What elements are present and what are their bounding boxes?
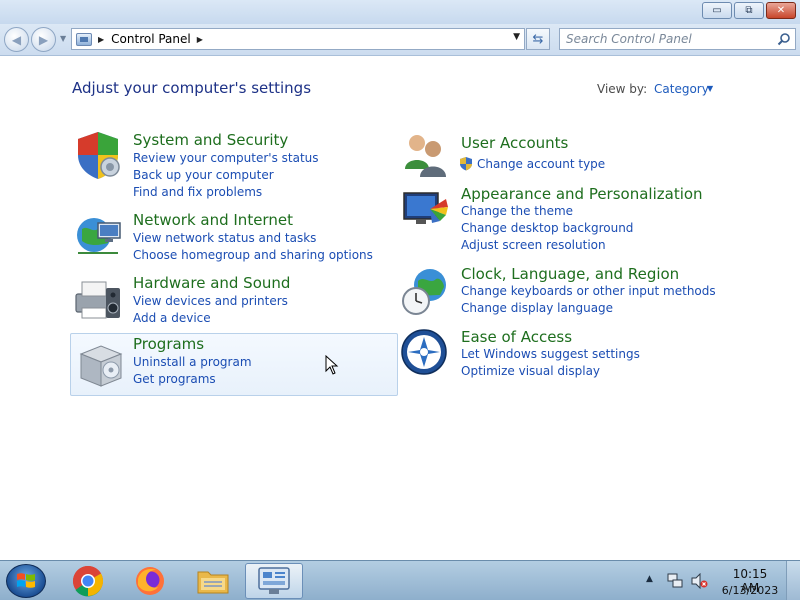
control-panel-icon <box>258 567 290 594</box>
network-tray-icon[interactable] <box>667 573 683 589</box>
category-title[interactable]: Programs <box>133 335 204 353</box>
mouse-cursor-icon <box>325 355 339 375</box>
category-title[interactable]: System and Security <box>133 131 288 149</box>
link-screen-resolution[interactable]: Adjust screen resolution <box>461 238 606 252</box>
start-button[interactable] <box>6 564 46 598</box>
taskbar-firefox[interactable] <box>121 563 179 599</box>
link-back-up[interactable]: Back up your computer <box>133 168 274 182</box>
programs-box-icon <box>79 345 123 387</box>
view-by-label: View by: <box>597 82 648 96</box>
search-box[interactable] <box>559 28 796 50</box>
category-title[interactable]: Hardware and Sound <box>133 274 290 292</box>
link-add-device[interactable]: Add a device <box>133 311 211 325</box>
chevron-down-icon[interactable]: ▼ <box>707 84 713 93</box>
breadcrumb-chevron-icon[interactable]: ▶ <box>197 35 203 44</box>
ease-of-access-icon <box>401 329 447 375</box>
link-review-status[interactable]: Review your computer's status <box>133 151 319 165</box>
show-desktop-button[interactable] <box>786 561 800 600</box>
link-display-language[interactable]: Change display language <box>461 301 613 315</box>
link-get-programs[interactable]: Get programs <box>133 372 216 386</box>
category-title[interactable]: Clock, Language, and Region <box>461 265 679 283</box>
control-panel-icon <box>76 32 92 46</box>
windows-logo-icon <box>17 573 35 588</box>
users-icon <box>405 135 446 177</box>
category-appearance: Appearance and Personalization Change th… <box>400 185 740 253</box>
link-optimize-display[interactable]: Optimize visual display <box>461 364 600 378</box>
show-hidden-icons-button[interactable]: ▲ <box>646 574 653 584</box>
network-globe-icon <box>77 218 121 254</box>
category-ease-of-access: Ease of Access Let Windows suggest setti… <box>400 328 740 380</box>
navigation-bar: ◀ ▶ ▼ ▶ Control Panel ▶ ▼ ⇆ <box>0 24 800 56</box>
page-title: Adjust your computer's settings <box>72 79 312 97</box>
taskbar-control-panel[interactable] <box>245 563 303 599</box>
minimize-button[interactable]: ▭ <box>702 2 732 19</box>
category-title[interactable]: Appearance and Personalization <box>461 185 703 203</box>
clock-globe-icon <box>402 269 446 315</box>
link-suggest-settings[interactable]: Let Windows suggest settings <box>461 347 640 361</box>
back-button[interactable]: ◀ <box>4 27 29 52</box>
view-by-dropdown[interactable]: Category <box>654 82 709 96</box>
category-clock-language-region: Clock, Language, and Region Change keybo… <box>400 265 740 317</box>
link-desktop-background[interactable]: Change desktop background <box>461 221 633 235</box>
taskbar-explorer[interactable] <box>184 563 242 599</box>
chrome-icon <box>72 566 104 597</box>
category-title[interactable]: Ease of Access <box>461 328 572 346</box>
window-controls: ▭ ⧉ ✕ <box>700 2 796 19</box>
category-title[interactable]: Network and Internet <box>133 211 293 229</box>
refresh-button[interactable]: ⇆ <box>526 28 550 50</box>
control-panel-content: Adjust your computer's settings View by:… <box>0 57 800 560</box>
category-hardware-sound: Hardware and Sound View devices and prin… <box>72 272 392 328</box>
taskbar-chrome[interactable] <box>59 563 117 599</box>
category-system-security: System and Security Review your computer… <box>72 129 392 199</box>
firefox-icon <box>136 567 164 595</box>
restore-button[interactable]: ⧉ <box>734 2 764 19</box>
link-devices-printers[interactable]: View devices and printers <box>133 294 288 308</box>
link-change-theme[interactable]: Change the theme <box>461 204 573 218</box>
search-input[interactable] <box>566 32 766 46</box>
link-network-status[interactable]: View network status and tasks <box>133 231 316 245</box>
link-change-keyboards[interactable]: Change keyboards or other input methods <box>461 284 716 298</box>
clock-date[interactable]: 6/13/2023 <box>718 584 782 597</box>
search-icon[interactable] <box>777 32 791 46</box>
shield-icon <box>78 132 120 179</box>
address-dropdown-icon[interactable]: ▼ <box>513 32 520 42</box>
printer-speaker-icon <box>75 281 120 319</box>
category-network-internet: Network and Internet View network status… <box>72 209 392 265</box>
category-programs[interactable]: Programs Uninstall a program Get program… <box>70 333 398 396</box>
forward-button[interactable]: ▶ <box>31 27 56 52</box>
category-user-accounts: User Accounts Change account type <box>400 129 740 179</box>
address-bar[interactable]: ▶ Control Panel ▶ ▼ <box>71 28 525 50</box>
recent-pages-dropdown[interactable]: ▼ <box>60 34 66 43</box>
forward-arrow-icon: ▶ <box>38 32 49 47</box>
link-change-account-type[interactable]: Change account type <box>477 157 605 171</box>
breadcrumb-chevron-icon[interactable]: ▶ <box>98 35 104 44</box>
taskbar: ▲ 10:15 AM 6/13/2023 <box>0 560 800 600</box>
uac-shield-icon <box>460 157 472 171</box>
link-uninstall-program[interactable]: Uninstall a program <box>133 355 252 369</box>
back-arrow-icon: ◀ <box>11 32 22 47</box>
monitor-palette-icon <box>403 192 448 224</box>
close-button[interactable]: ✕ <box>766 2 796 19</box>
breadcrumb-control-panel[interactable]: Control Panel <box>111 32 191 46</box>
folder-icon <box>197 571 229 594</box>
refresh-icon: ⇆ <box>532 31 544 47</box>
volume-muted-icon[interactable] <box>691 573 708 589</box>
category-title[interactable]: User Accounts <box>461 134 568 152</box>
link-homegroup[interactable]: Choose homegroup and sharing options <box>133 248 373 262</box>
link-find-fix-problems[interactable]: Find and fix problems <box>133 185 262 199</box>
window-titlebar: ▭ ⧉ ✕ <box>0 0 800 24</box>
